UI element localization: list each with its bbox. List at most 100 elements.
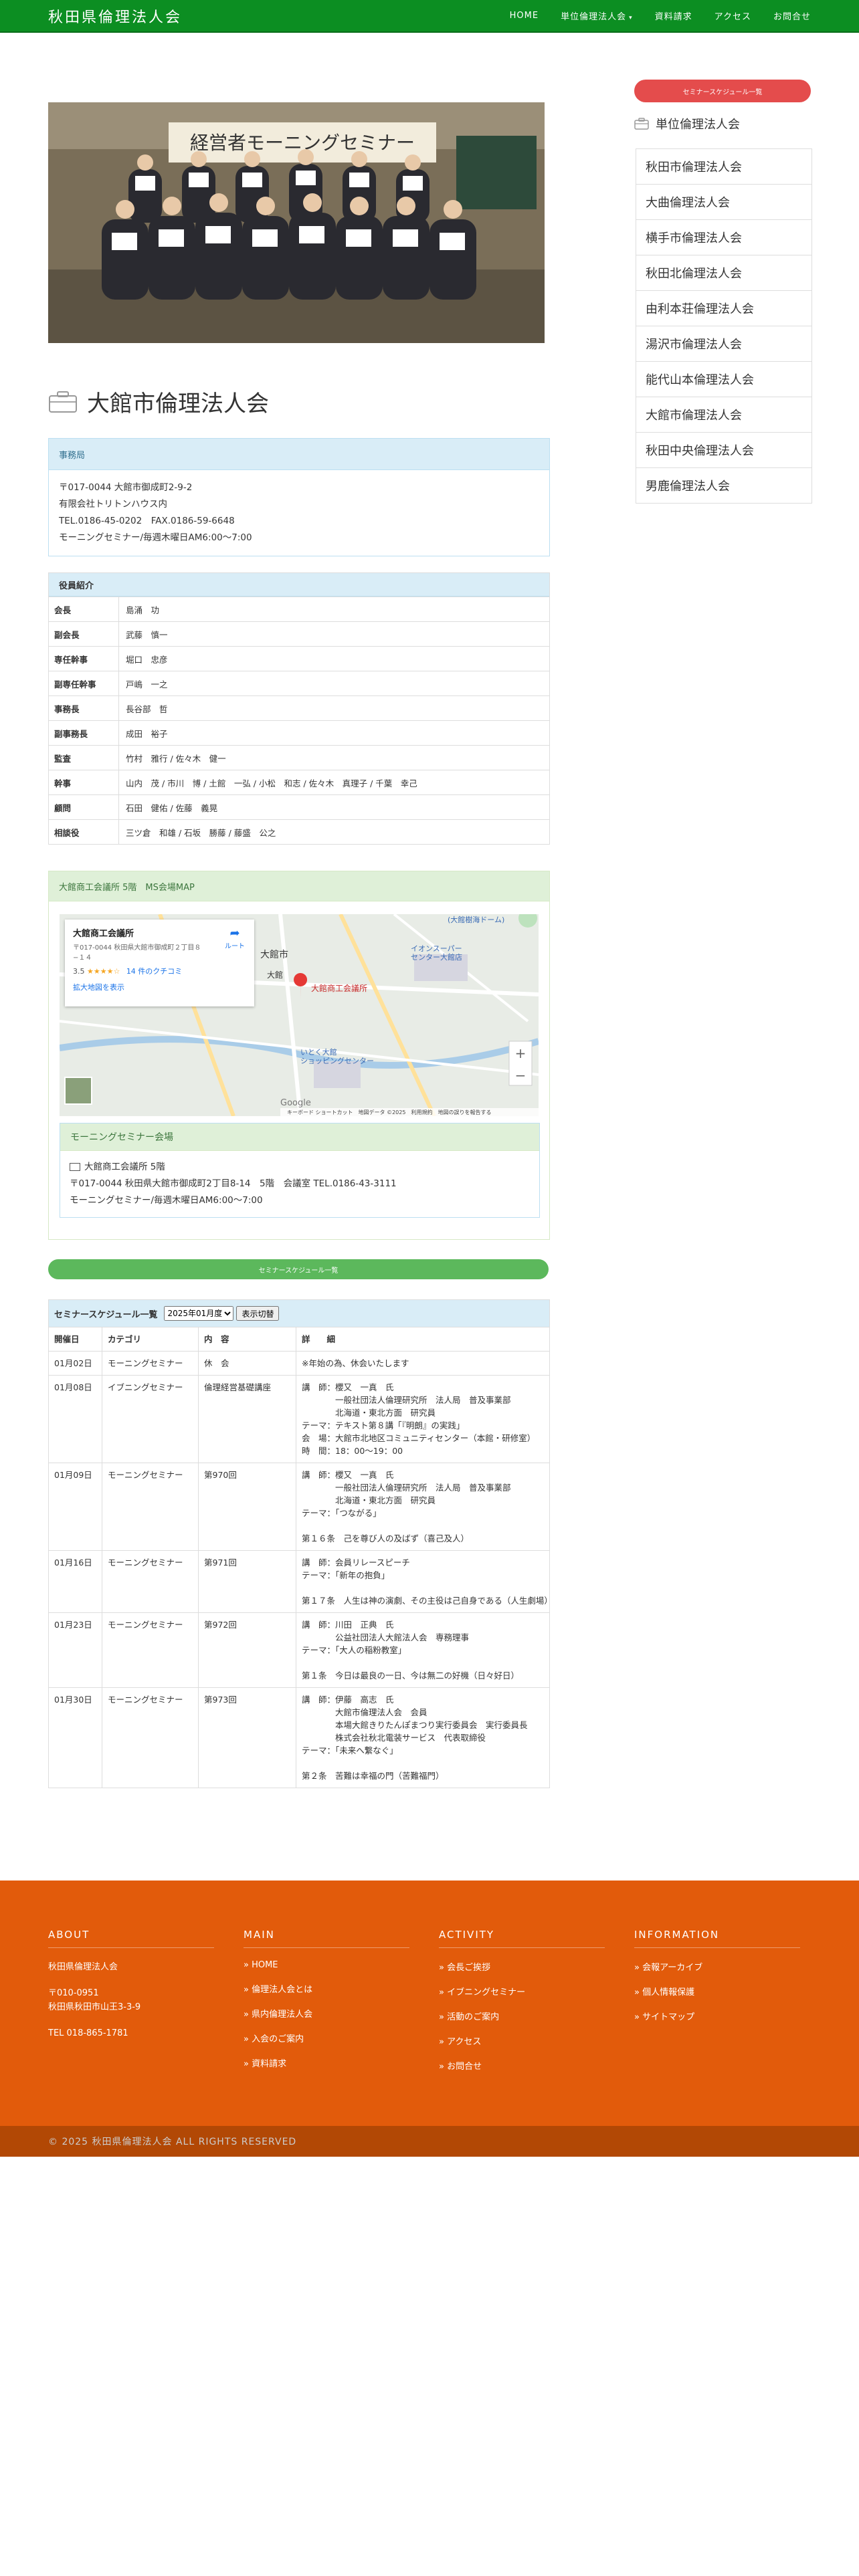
office-panel-heading: 事務局 [49, 439, 549, 470]
sidebar-item-noshiro[interactable]: 能代山本倫理法人会 [636, 362, 812, 397]
sidebar-schedule-button[interactable]: セミナースケジュール一覧 [634, 80, 811, 102]
map-card-enlarge-link[interactable]: 拡大地図を表示 [73, 982, 246, 992]
map-zoom-out: − [515, 1067, 527, 1083]
col-detail: 詳 細 [302, 1334, 336, 1344]
officer-role: 副会長 [49, 622, 119, 646]
page-title: 大館市倫理法人会 [48, 385, 269, 418]
footer-link-privacy[interactable]: » 個人情報保護 [634, 1985, 800, 1998]
map-label-odate-city: 大館市 [260, 949, 288, 960]
building-icon [70, 1163, 80, 1171]
sidebar-item-akita-chuo[interactable]: 秋田中央倫理法人会 [636, 433, 812, 468]
row-content: 第972回 [199, 1613, 296, 1687]
nav-home[interactable]: HOME [510, 11, 539, 21]
table-row: 副事務長 成田 裕子 [49, 720, 549, 745]
footer-link-sitemap[interactable]: » サイトマップ [634, 2010, 800, 2022]
map-card-reviews[interactable]: 14 件のクチコミ [126, 967, 183, 976]
footer-tel: TEL 018-865-1781 [48, 2028, 128, 2038]
show-toggle-button[interactable]: 表示切替 [236, 1306, 280, 1321]
row-date: 01月08日 [49, 1376, 102, 1463]
row-detail: 講 師：伊藤 高志 氏 大館市倫理法人会 会員 本場大館きりたんぽまつり実行委員… [302, 1695, 528, 1781]
schedule-table: セミナースケジュール一覧 2025年01月度 表示切替 開催日 カテゴリ 内 容… [48, 1299, 550, 1788]
group-photo-illustration: 経営者モーニングセミナー [48, 102, 545, 343]
officer-names: 竹村 雅行 / 佐々木 健一 [126, 753, 226, 764]
copyright-text: © 2025 秋田県倫理法人会 ALL RIGHTS RESERVED [48, 2137, 297, 2147]
officer-names: 長谷部 哲 [126, 704, 168, 714]
footer-link-access[interactable]: » アクセス [439, 2034, 605, 2047]
footer-address: 秋田県秋田市山王3-3-9 [48, 2002, 141, 2012]
footer-link-join[interactable]: » 入会のご案内 [244, 2032, 409, 2044]
map-zoom-in: + [515, 1045, 527, 1061]
row-date: 01月09日 [49, 1463, 102, 1550]
sidebar-item-odate[interactable]: 大館市倫理法人会 [636, 397, 812, 433]
row-detail: 講 師：会員リレースピーチ テーマ：「新年の抱負」 第１７条 人生は神の演劇、そ… [302, 1558, 549, 1606]
sidebar-item-yokote[interactable]: 横手市倫理法人会 [636, 220, 812, 255]
briefcase-icon [634, 118, 649, 130]
row-category: モーニングセミナー [102, 1463, 199, 1550]
footer-zip: 〒010-0951 [48, 1988, 99, 1998]
footer-link-branches[interactable]: » 県内倫理法人会 [244, 2007, 409, 2020]
site-footer: ABOUT 秋田県倫理法人会 〒010-0951 秋田県秋田市山王3-3-9 T… [0, 1881, 859, 2126]
sidebar-item-yurihonjo[interactable]: 由利本荘倫理法人会 [636, 291, 812, 326]
footer-link-home[interactable]: » HOME [244, 1960, 409, 1970]
page-title-text: 大館市倫理法人会 [87, 391, 269, 417]
sidebar-title-text: 単位倫理法人会 [656, 118, 740, 132]
nav-branches[interactable]: 単位倫理法人会 ▾ [561, 9, 633, 22]
map-card-address: 〒017-0044 秋田県大館市御成町２丁目８−１４ [73, 944, 201, 962]
sidebar-branch-list: 秋田市倫理法人会 大曲倫理法人会 横手市倫理法人会 秋田北倫理法人会 由利本荘倫… [636, 148, 812, 504]
sidebar-item-akita-kita[interactable]: 秋田北倫理法人会 [636, 255, 812, 291]
map-panel: 大館商工会議所 5階 MS会場MAP 大館市 大館 イオンスーパーセンター大館店… [48, 871, 550, 1240]
main-nav: HOME 単位倫理法人会 ▾ 資料請求 アクセス お問合せ [488, 0, 811, 31]
footer-link-activities[interactable]: » 活動のご案内 [439, 2010, 605, 2022]
table-row: 副専任幹事 戸嶋 一之 [49, 671, 549, 695]
table-header-row: 開催日 カテゴリ 内 容 詳 細 [49, 1327, 549, 1351]
table-row: 事務長 長谷部 哲 [49, 695, 549, 720]
chevron-down-icon: ▾ [629, 15, 633, 21]
footer-link-evening[interactable]: » イブニングセミナー [439, 1985, 605, 1998]
officer-names: 武藤 慎一 [126, 629, 168, 640]
map-footer-text: キーボード ショートカット 地図データ ©2025 利用規約 地図の誤りを報告す… [287, 1109, 491, 1115]
map-label-odate: 大館 [267, 970, 283, 980]
officer-names: 山内 茂 / 市川 博 / 土館 一弘 / 小松 和志 / 佐々木 真理子 / … [126, 778, 417, 788]
officer-names: 石田 健佑 / 佐藤 義晃 [126, 802, 218, 813]
nav-materials[interactable]: 資料請求 [655, 9, 692, 22]
officer-names: 三ツ倉 和雄 / 石坂 勝藤 / 藤盛 公之 [126, 827, 276, 838]
nav-contact[interactable]: お問合せ [773, 9, 811, 22]
row-date: 01月02日 [49, 1352, 102, 1375]
officer-role: 会長 [49, 597, 119, 621]
map-pin-label: 大館商工会議所 [311, 983, 367, 993]
sidebar-item-yuzawa[interactable]: 湯沢市倫理法人会 [636, 326, 812, 362]
site-logo[interactable]: 秋田県倫理法人会 [48, 5, 182, 27]
footer-link-materials[interactable]: » 資料請求 [244, 2056, 409, 2069]
briefcase-icon [49, 391, 77, 413]
map-card-rating-row: 3.5 ★★★★☆ 14 件のクチコミ [73, 966, 246, 976]
map-card-title: 大館商工会議所 [73, 929, 134, 939]
officer-names: 戸嶋 一之 [126, 679, 168, 689]
officer-role: 相談役 [49, 820, 119, 844]
footer-link-archive[interactable]: » 会報アーカイブ [634, 1960, 800, 1973]
map-info-card: 大館商工会議所 〒017-0044 秋田県大館市御成町２丁目８−１４ 3.5 ★… [65, 920, 254, 1006]
office-company: 有限会社トリトンハウス内 [59, 499, 167, 510]
schedule-list-button[interactable]: セミナースケジュール一覧 [48, 1259, 549, 1279]
officer-names: 島涌 功 [126, 605, 160, 615]
row-date: 01月23日 [49, 1613, 102, 1687]
venue-address: 〒017-0044 秋田県大館市御成町2丁目8-14 5階 会議室 TEL.01… [70, 1178, 397, 1189]
map-label-dome: (大館樹海ドーム) [448, 915, 504, 924]
table-row: 会長 島涌 功 [49, 597, 549, 621]
footer-info-heading: INFORMATION [634, 1929, 800, 1948]
footer-activity-heading: ACTIVITY [439, 1929, 605, 1948]
officer-role: 幹事 [49, 770, 119, 794]
seminar-venue-panel: モーニングセミナー会場 大館商工会議所 5階 〒017-0044 秋田県大館市御… [60, 1123, 540, 1218]
map-directions-button[interactable]: ➦ ルート [225, 926, 245, 950]
footer-link-greeting[interactable]: » 会長ご挨拶 [439, 1960, 605, 1973]
sidebar-item-oga[interactable]: 男鹿倫理法人会 [636, 468, 812, 503]
table-row: 01月30日 モーニングセミナー 第973回講 師：伊藤 高志 氏 大館市倫理法人会… [49, 1687, 549, 1788]
footer-link-contact[interactable]: » お問合せ [439, 2059, 605, 2072]
sidebar-item-omagari[interactable]: 大曲倫理法人会 [636, 185, 812, 220]
month-select[interactable]: 2025年01月度 [164, 1306, 234, 1321]
venue-panel-body: 大館商工会議所 5階 〒017-0044 秋田県大館市御成町2丁目8-14 5階… [60, 1151, 539, 1217]
footer-link-about-rinri[interactable]: » 倫理法人会とは [244, 1982, 409, 1995]
sidebar-item-akita[interactable]: 秋田市倫理法人会 [636, 149, 812, 185]
google-map[interactable]: 大館市 大館 イオンスーパーセンター大館店 いとく大館ショッピングセンター (大… [60, 914, 539, 1116]
nav-access[interactable]: アクセス [714, 9, 751, 22]
table-row: 専任幹事 堀口 忠彦 [49, 646, 549, 671]
